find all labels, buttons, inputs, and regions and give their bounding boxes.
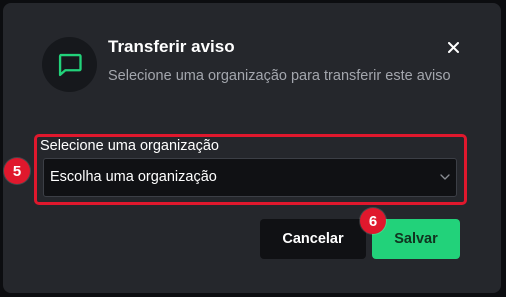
close-icon xyxy=(447,41,459,53)
cancel-button[interactable]: Cancelar xyxy=(260,219,366,259)
dialog-icon-container xyxy=(42,37,97,92)
organization-field-label: Selecione uma organização xyxy=(40,138,219,154)
step-badge-5: 5 xyxy=(4,158,30,184)
organization-select-value: Escolha uma organização xyxy=(50,169,217,185)
message-square-icon xyxy=(58,53,82,76)
step-badge-6: 6 xyxy=(360,208,386,234)
close-button[interactable] xyxy=(443,37,463,57)
dialog-subtitle: Selecione uma organização para transferi… xyxy=(108,68,451,84)
chevron-down-icon xyxy=(440,174,450,180)
organization-select[interactable]: Escolha uma organização xyxy=(43,158,457,197)
dialog-title: Transferir aviso xyxy=(108,37,235,56)
